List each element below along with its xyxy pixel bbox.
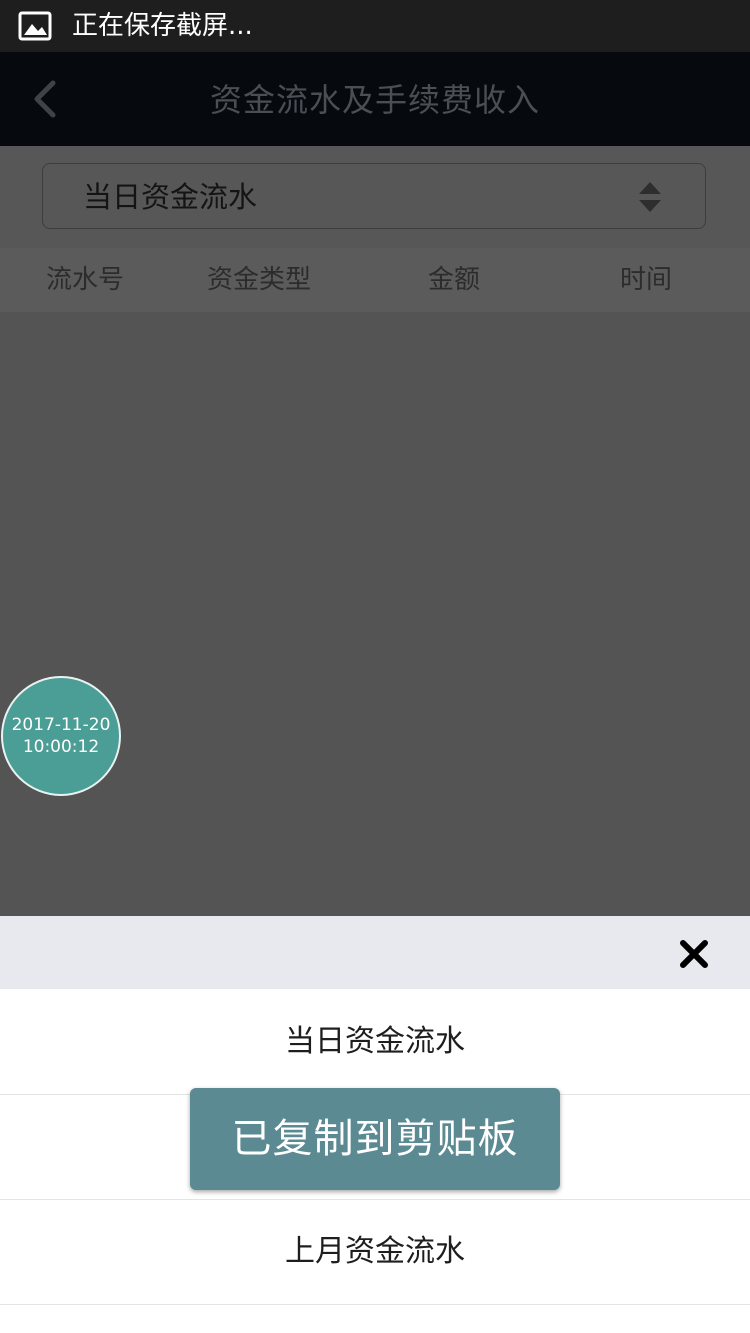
sort-arrows-icon [639,182,661,212]
option-last-month-flow[interactable]: 上月资金流水 [0,1200,750,1305]
image-icon [18,11,52,41]
select-value: 当日资金流水 [83,180,258,214]
table-body [0,312,750,916]
toast-message: 已复制到剪贴板 [190,1088,560,1190]
content-area: 当日资金流水 流水号 资金类型 金额 时间 [0,146,750,916]
table-header: 流水号 资金类型 金额 时间 [0,248,750,312]
clock-time: 10:00:12 [22,737,100,757]
status-notification-text: 正在保存截屏... [72,11,253,41]
column-header-fund-type: 资金类型 [207,265,312,295]
column-header-serial: 流水号 [46,265,125,295]
close-icon[interactable] [678,938,710,970]
clock-date: 2017-11-20 [11,715,111,735]
page-title: 资金流水及手续费收入 [209,81,540,119]
status-bar: 正在保存截屏... [0,0,750,52]
flow-type-select[interactable]: 当日资金流水 [42,163,706,229]
back-button[interactable] [20,74,68,124]
option-today-flow[interactable]: 当日资金流水 [0,990,750,1095]
chevron-left-icon [34,80,56,118]
app-header: 资金流水及手续费收入 [0,52,750,146]
sheet-header [0,916,750,989]
column-header-time: 时间 [620,265,673,295]
floating-clock-bubble[interactable]: 2017-11-20 10:00:12 [1,676,121,796]
screen: 正在保存截屏... 资金流水及手续费收入 当日资金流水 流水号 资金类型 金额 … [0,0,750,1333]
column-header-amount: 金额 [428,265,481,295]
